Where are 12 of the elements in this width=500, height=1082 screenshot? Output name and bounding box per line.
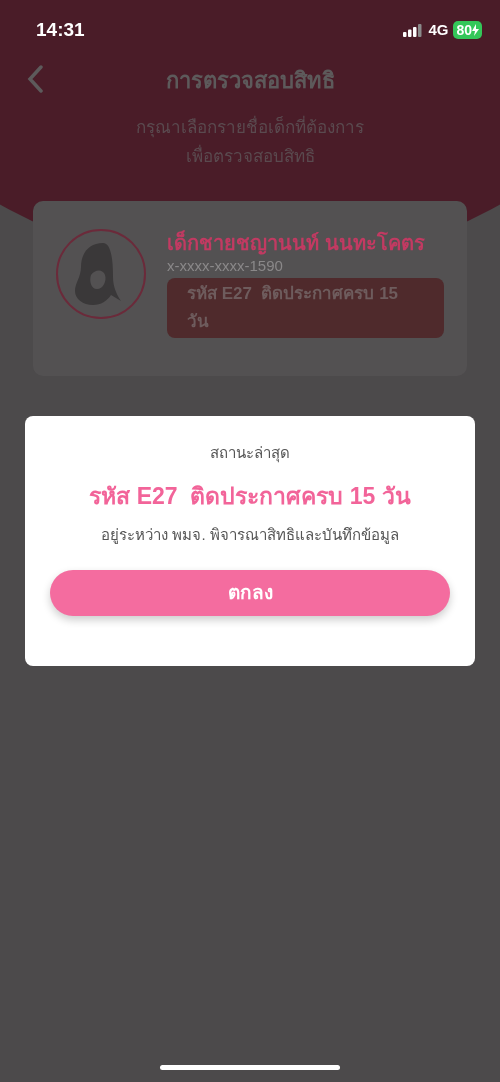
- network-label: 4G: [428, 19, 449, 40]
- dialog-status: รหัส E27 ติดประกาศครบ 15 วัน: [89, 482, 411, 511]
- bolt-icon: [472, 24, 479, 36]
- dialog-label: สถานะล่าสุด: [210, 443, 290, 464]
- signal-icon: [403, 23, 424, 37]
- child-name: เด็กชายชญานนท์ นนทะโคตร: [167, 229, 426, 257]
- battery-indicator: 80: [453, 21, 482, 39]
- ok-button[interactable]: ตกลง: [50, 570, 450, 616]
- back-icon: [27, 65, 43, 93]
- status-time: 14:31: [36, 17, 85, 42]
- dialog-detail: อยู่ระหว่าง พมจ. พิจารณาสิทธิและบันทึกข้อมูล: [101, 525, 399, 546]
- page-title: การตรวจสอบสิทธิ: [165, 66, 335, 95]
